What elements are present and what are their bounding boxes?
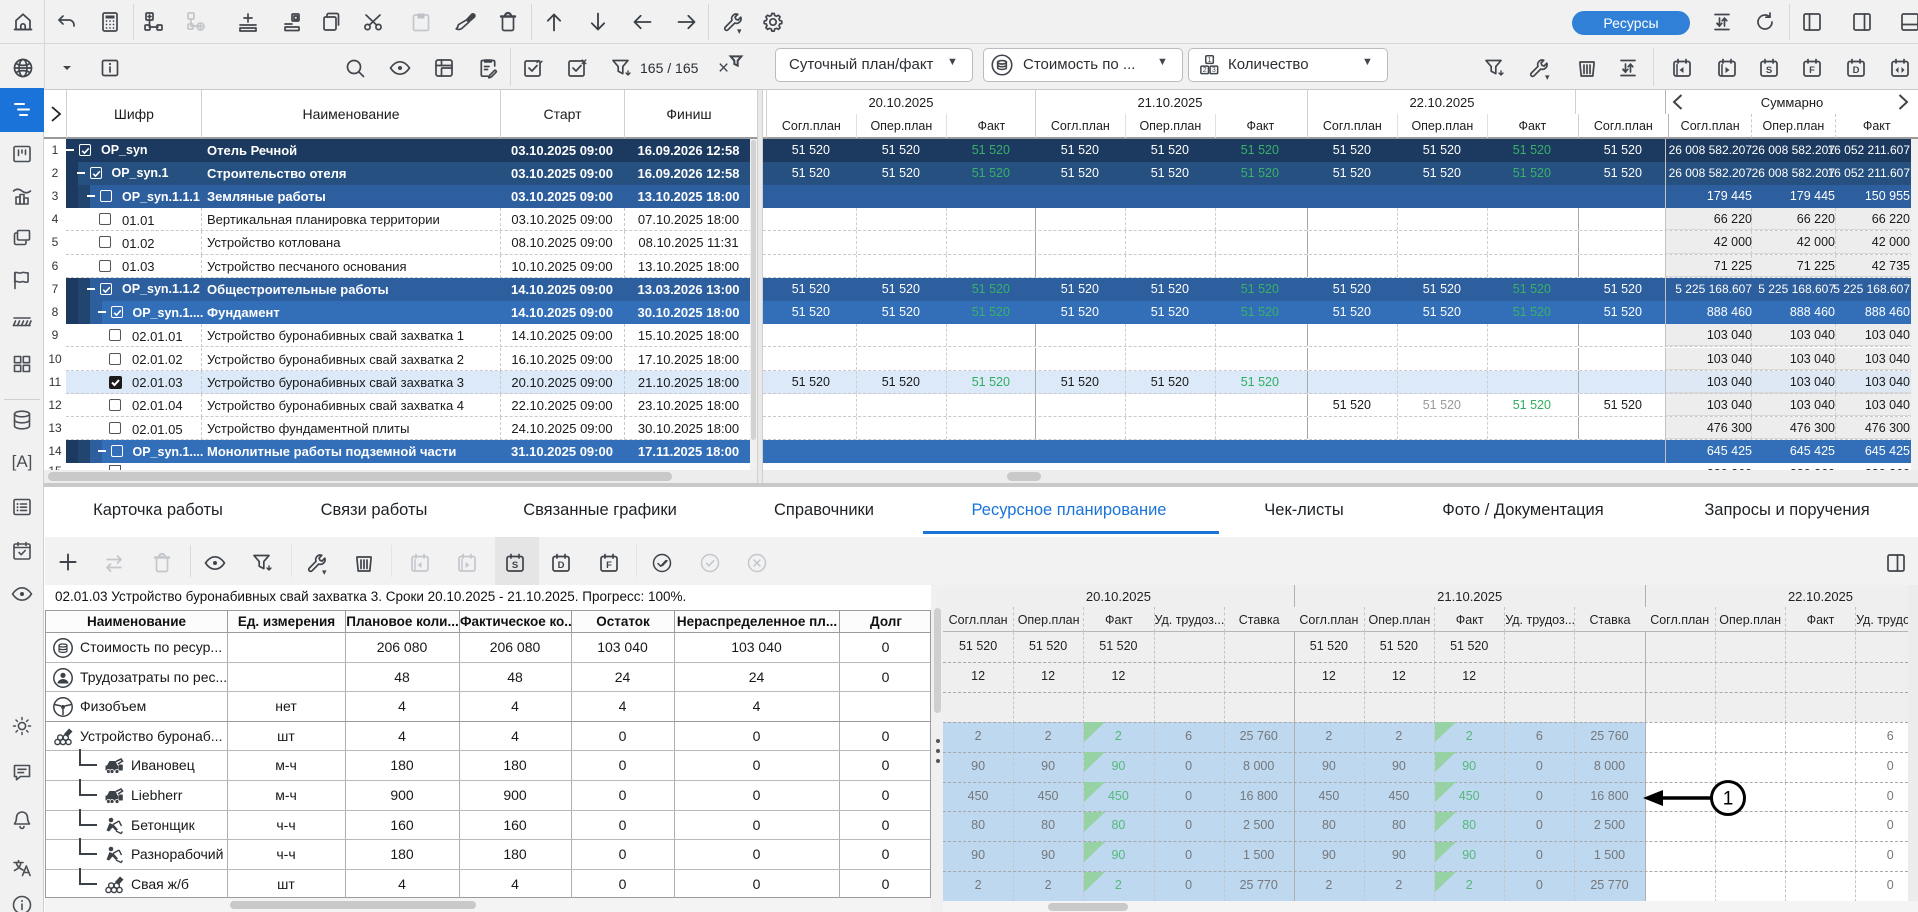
svg-text:1: 1 (1723, 789, 1734, 810)
svg-text:S: S (512, 560, 518, 571)
svg-text:D: D (1853, 65, 1860, 76)
svg-text:D: D (558, 560, 565, 571)
svg-text:2: 2 (1203, 67, 1207, 74)
svg-text:F: F (606, 560, 612, 571)
svg-text:1: 1 (1208, 57, 1212, 64)
svg-text:S: S (1766, 65, 1772, 76)
svg-text:3: 3 (1212, 67, 1216, 74)
svg-text:F: F (1809, 65, 1815, 76)
